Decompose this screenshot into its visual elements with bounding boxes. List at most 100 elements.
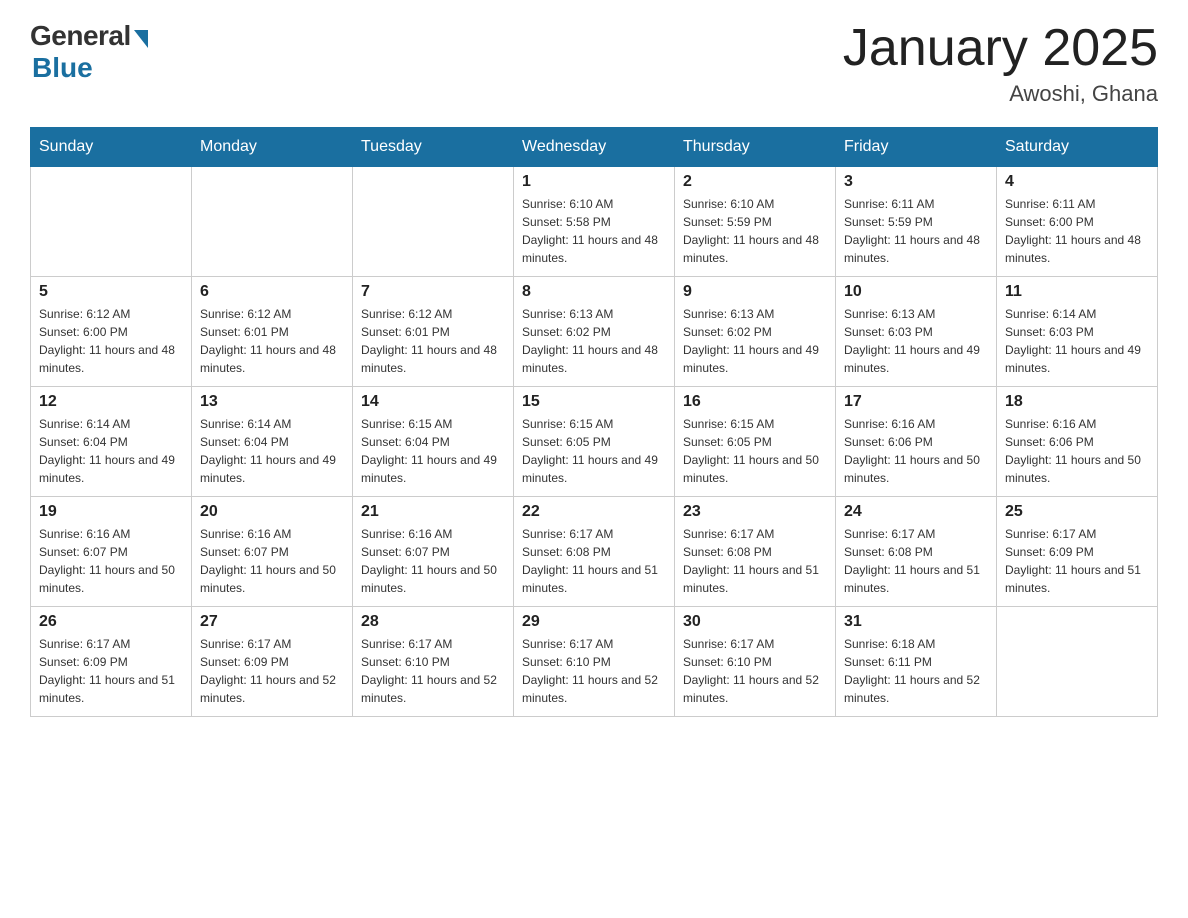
weekday-header-monday: Monday	[192, 128, 353, 167]
calendar-cell: 15 Sunrise: 6:15 AM Sunset: 6:05 PM Dayli…	[514, 387, 675, 497]
day-info: Sunrise: 6:15 AM Sunset: 6:04 PM Dayligh…	[361, 415, 505, 487]
calendar-cell: 7 Sunrise: 6:12 AM Sunset: 6:01 PM Daylig…	[353, 277, 514, 387]
month-title: January 2025	[843, 20, 1158, 77]
calendar-week-row: 12 Sunrise: 6:14 AM Sunset: 6:04 PM Dayli…	[31, 387, 1158, 497]
calendar-cell: 14Sunrise: 6:15 AM Sunset: 6:04 PM Dayli…	[353, 387, 514, 497]
day-number: 10	[844, 283, 988, 301]
calendar-cell: 10Sunrise: 6:13 AM Sunset: 6:03 PM Dayli…	[836, 277, 997, 387]
weekday-header-saturday: Saturday	[997, 128, 1158, 167]
title-block: January 2025 Awoshi, Ghana	[843, 20, 1158, 107]
day-info: Sunrise: 6:16 AM Sunset: 6:07 PM Dayligh…	[200, 525, 344, 597]
day-number: 30	[683, 613, 827, 631]
day-number: 19	[39, 503, 183, 521]
calendar-cell: 9 Sunrise: 6:13 AM Sunset: 6:02 PM Daylig…	[675, 277, 836, 387]
day-number: 21	[361, 503, 505, 521]
day-info: Sunrise: 6:17 AM Sunset: 6:08 PM Dayligh…	[683, 525, 827, 597]
day-number: 9	[683, 283, 827, 301]
weekday-header-sunday: Sunday	[31, 128, 192, 167]
calendar-cell	[192, 167, 353, 277]
day-number: 23	[683, 503, 827, 521]
calendar-cell: 12 Sunrise: 6:14 AM Sunset: 6:04 PM Dayli…	[31, 387, 192, 497]
calendar-cell	[353, 167, 514, 277]
day-info: Sunrise: 6:16 AM Sunset: 6:07 PM Dayligh…	[361, 525, 505, 597]
calendar-cell: 24Sunrise: 6:17 AM Sunset: 6:08 PM Dayli…	[836, 497, 997, 607]
day-info: Sunrise: 6:11 AM Sunset: 6:00 PM Dayligh…	[1005, 195, 1149, 267]
calendar-cell: 16 Sunrise: 6:15 AM Sunset: 6:05 PM Dayli…	[675, 387, 836, 497]
calendar-cell: 18 Sunrise: 6:16 AM Sunset: 6:06 PM Dayli…	[997, 387, 1158, 497]
day-info: Sunrise: 6:17 AM Sunset: 6:09 PM Dayligh…	[39, 635, 183, 707]
day-info: Sunrise: 6:15 AM Sunset: 6:05 PM Dayligh…	[522, 415, 666, 487]
day-info: Sunrise: 6:11 AM Sunset: 5:59 PM Dayligh…	[844, 195, 988, 267]
logo-arrow-icon	[134, 30, 148, 48]
day-number: 29	[522, 613, 666, 631]
day-info: Sunrise: 6:14 AM Sunset: 6:04 PM Dayligh…	[39, 415, 183, 487]
calendar-cell: 28 Sunrise: 6:17 AM Sunset: 6:10 PM Dayli…	[353, 607, 514, 717]
day-info: Sunrise: 6:16 AM Sunset: 6:07 PM Dayligh…	[39, 525, 183, 597]
calendar-cell	[31, 167, 192, 277]
day-info: Sunrise: 6:12 AM Sunset: 6:01 PM Dayligh…	[361, 305, 505, 377]
day-info: Sunrise: 6:17 AM Sunset: 6:09 PM Dayligh…	[1005, 525, 1149, 597]
day-info: Sunrise: 6:10 AM Sunset: 5:58 PM Dayligh…	[522, 195, 666, 267]
weekday-header-thursday: Thursday	[675, 128, 836, 167]
day-number: 5	[39, 283, 183, 301]
day-number: 7	[361, 283, 505, 301]
calendar-cell: 26 Sunrise: 6:17 AM Sunset: 6:09 PM Dayli…	[31, 607, 192, 717]
calendar-cell: 13Sunrise: 6:14 AM Sunset: 6:04 PM Dayli…	[192, 387, 353, 497]
day-number: 31	[844, 613, 988, 631]
calendar-cell: 8 Sunrise: 6:13 AM Sunset: 6:02 PM Daylig…	[514, 277, 675, 387]
weekday-header-wednesday: Wednesday	[514, 128, 675, 167]
day-number: 26	[39, 613, 183, 631]
day-number: 22	[522, 503, 666, 521]
calendar-week-row: 26 Sunrise: 6:17 AM Sunset: 6:09 PM Dayli…	[31, 607, 1158, 717]
day-number: 11	[1005, 283, 1149, 301]
calendar-cell: 2 Sunrise: 6:10 AM Sunset: 5:59 PM Daylig…	[675, 167, 836, 277]
calendar-cell: 29Sunrise: 6:17 AM Sunset: 6:10 PM Dayli…	[514, 607, 675, 717]
calendar-table: SundayMondayTuesdayWednesdayThursdayFrid…	[30, 127, 1158, 717]
day-number: 28	[361, 613, 505, 631]
day-info: Sunrise: 6:13 AM Sunset: 6:02 PM Dayligh…	[522, 305, 666, 377]
weekday-header-tuesday: Tuesday	[353, 128, 514, 167]
calendar-cell: 27Sunrise: 6:17 AM Sunset: 6:09 PM Dayli…	[192, 607, 353, 717]
day-number: 12	[39, 393, 183, 411]
day-number: 3	[844, 173, 988, 191]
day-number: 2	[683, 173, 827, 191]
logo-blue-text: Blue	[32, 52, 93, 84]
calendar-cell: 21 Sunrise: 6:16 AM Sunset: 6:07 PM Dayli…	[353, 497, 514, 607]
calendar-week-row: 19 Sunrise: 6:16 AM Sunset: 6:07 PM Dayli…	[31, 497, 1158, 607]
calendar-week-row: 1 Sunrise: 6:10 AM Sunset: 5:58 PM Daylig…	[31, 167, 1158, 277]
calendar-cell	[997, 607, 1158, 717]
day-number: 16	[683, 393, 827, 411]
day-info: Sunrise: 6:16 AM Sunset: 6:06 PM Dayligh…	[1005, 415, 1149, 487]
calendar-cell: 6 Sunrise: 6:12 AM Sunset: 6:01 PM Daylig…	[192, 277, 353, 387]
day-info: Sunrise: 6:17 AM Sunset: 6:08 PM Dayligh…	[522, 525, 666, 597]
calendar-cell: 3 Sunrise: 6:11 AM Sunset: 5:59 PM Daylig…	[836, 167, 997, 277]
calendar-cell: 25 Sunrise: 6:17 AM Sunset: 6:09 PM Dayli…	[997, 497, 1158, 607]
day-info: Sunrise: 6:17 AM Sunset: 6:10 PM Dayligh…	[683, 635, 827, 707]
calendar-cell: 1 Sunrise: 6:10 AM Sunset: 5:58 PM Daylig…	[514, 167, 675, 277]
day-info: Sunrise: 6:16 AM Sunset: 6:06 PM Dayligh…	[844, 415, 988, 487]
calendar-cell: 19 Sunrise: 6:16 AM Sunset: 6:07 PM Dayli…	[31, 497, 192, 607]
day-info: Sunrise: 6:12 AM Sunset: 6:01 PM Dayligh…	[200, 305, 344, 377]
day-number: 25	[1005, 503, 1149, 521]
calendar-cell: 30 Sunrise: 6:17 AM Sunset: 6:10 PM Dayli…	[675, 607, 836, 717]
calendar-cell: 31Sunrise: 6:18 AM Sunset: 6:11 PM Dayli…	[836, 607, 997, 717]
day-number: 4	[1005, 173, 1149, 191]
day-number: 17	[844, 393, 988, 411]
calendar-cell: 11Sunrise: 6:14 AM Sunset: 6:03 PM Dayli…	[997, 277, 1158, 387]
calendar-cell: 22 Sunrise: 6:17 AM Sunset: 6:08 PM Dayli…	[514, 497, 675, 607]
day-number: 27	[200, 613, 344, 631]
day-number: 15	[522, 393, 666, 411]
day-number: 1	[522, 173, 666, 191]
day-info: Sunrise: 6:17 AM Sunset: 6:10 PM Dayligh…	[361, 635, 505, 707]
weekday-header-friday: Friday	[836, 128, 997, 167]
day-number: 18	[1005, 393, 1149, 411]
logo-general-text: General	[30, 20, 131, 52]
day-number: 24	[844, 503, 988, 521]
weekday-header-row: SundayMondayTuesdayWednesdayThursdayFrid…	[31, 128, 1158, 167]
day-info: Sunrise: 6:10 AM Sunset: 5:59 PM Dayligh…	[683, 195, 827, 267]
day-number: 8	[522, 283, 666, 301]
day-info: Sunrise: 6:15 AM Sunset: 6:05 PM Dayligh…	[683, 415, 827, 487]
day-number: 6	[200, 283, 344, 301]
day-info: Sunrise: 6:13 AM Sunset: 6:02 PM Dayligh…	[683, 305, 827, 377]
calendar-cell: 5Sunrise: 6:12 AM Sunset: 6:00 PM Daylig…	[31, 277, 192, 387]
